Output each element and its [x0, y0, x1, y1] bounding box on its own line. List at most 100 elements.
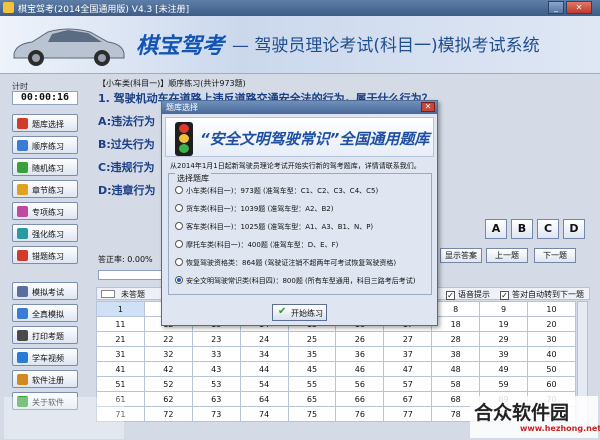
question-cell[interactable]: 31	[96, 346, 145, 362]
question-cell[interactable]: 65	[287, 391, 337, 407]
question-cell[interactable]: 28	[431, 331, 481, 347]
question-cell[interactable]: 30	[527, 331, 576, 347]
question-cell[interactable]: 76	[335, 406, 385, 422]
question-cell[interactable]: 50	[527, 361, 576, 377]
answer-b-button[interactable]: B	[511, 219, 533, 239]
question-cell[interactable]: 23	[191, 331, 241, 347]
question-cell[interactable]: 45	[287, 361, 337, 377]
bank-option-2[interactable]: 客车类(科目一)：1025题 (准驾车型：A1、A3、B1、N、P)	[175, 222, 373, 232]
show-answer-button[interactable]: 显示答案	[440, 248, 482, 263]
sidebar-button-3[interactable]: 章节练习	[12, 180, 78, 198]
voice-checkbox[interactable]: ✓ 语音提示	[446, 289, 490, 300]
question-cell[interactable]: 29	[479, 331, 529, 347]
bank-option-5[interactable]: 安全文明驾驶常识类(科目四)：800题 (所有车型通用，科目三路考后考试)	[175, 276, 416, 286]
sidebar-button-6[interactable]: 错题练习	[12, 246, 78, 264]
sidebar-button-11[interactable]: 软件注册	[12, 370, 78, 388]
bank-option-0[interactable]: 小车类(科目一)：973题 (准驾车型：C1、C2、C3、C4、C5)	[175, 186, 378, 196]
sidebar-label: 打印考题	[32, 332, 64, 341]
sidebar-button-5[interactable]: 强化练习	[12, 224, 78, 242]
question-cell[interactable]: 56	[335, 376, 385, 392]
bank-option-4[interactable]: 恢复驾驶资格类：864题 (驾驶证注销不超两年可考试恢复驾驶资格)	[175, 258, 396, 268]
question-cell[interactable]: 34	[239, 346, 289, 362]
question-cell[interactable]: 53	[191, 376, 241, 392]
option-d[interactable]: D:违章行为	[98, 182, 156, 198]
question-cell[interactable]: 39	[479, 346, 529, 362]
question-cell[interactable]: 59	[479, 376, 529, 392]
sidebar-button-10[interactable]: 学车视频	[12, 348, 78, 366]
question-cell[interactable]: 55	[287, 376, 337, 392]
question-cell[interactable]: 18	[431, 316, 481, 332]
start-practice-button[interactable]: ✔ 开始练习	[272, 304, 327, 321]
sidebar-button-8[interactable]: 全真模拟	[12, 304, 78, 322]
question-cell[interactable]: 27	[383, 331, 433, 347]
question-cell[interactable]: 24	[239, 331, 289, 347]
question-cell[interactable]: 46	[335, 361, 385, 377]
question-cell[interactable]: 8	[431, 301, 481, 317]
answer-a-button[interactable]: A	[485, 219, 507, 239]
question-cell[interactable]: 41	[96, 361, 145, 377]
bank-option-3[interactable]: 摩托车类(科目一)：400题 (准驾车型：D、E、F)	[175, 240, 338, 250]
sidebar-button-2[interactable]: 随机练习	[12, 158, 78, 176]
minimize-button[interactable]: _	[548, 1, 564, 14]
bank-option-label: 小车类(科目一)：973题 (准驾车型：C1、C2、C3、C4、C5)	[186, 187, 379, 195]
question-cell[interactable]: 77	[383, 406, 433, 422]
question-cell[interactable]: 40	[527, 346, 576, 362]
question-cell[interactable]: 62	[143, 391, 193, 407]
auto-next-checkbox[interactable]: ✓ 答对自动转到下一题	[500, 289, 584, 300]
question-cell[interactable]: 10	[527, 301, 576, 317]
next-question-button[interactable]: 下一题	[534, 248, 576, 263]
question-cell[interactable]: 21	[96, 331, 145, 347]
sidebar-button-1[interactable]: 顺序练习	[12, 136, 78, 154]
question-cell[interactable]: 60	[527, 376, 576, 392]
question-cell[interactable]: 22	[143, 331, 193, 347]
option-b[interactable]: B:过失行为	[98, 136, 155, 152]
question-cell[interactable]: 11	[96, 316, 145, 332]
question-cell[interactable]: 38	[431, 346, 481, 362]
question-cell[interactable]: 75	[287, 406, 337, 422]
legend-swatch	[101, 290, 115, 298]
option-c[interactable]: C:违规行为	[98, 159, 154, 175]
question-cell[interactable]: 33	[191, 346, 241, 362]
question-cell[interactable]: 20	[527, 316, 576, 332]
dialog-close-icon[interactable]: ✕	[421, 102, 435, 112]
question-cell[interactable]: 25	[287, 331, 337, 347]
sidebar-button-9[interactable]: 打印考题	[12, 326, 78, 344]
close-button[interactable]: ✕	[566, 1, 592, 14]
sidebar-button-0[interactable]: 题库选择	[12, 114, 78, 132]
question-cell[interactable]: 35	[287, 346, 337, 362]
question-cell[interactable]: 52	[143, 376, 193, 392]
question-cell[interactable]: 19	[479, 316, 529, 332]
question-cell[interactable]: 54	[239, 376, 289, 392]
question-cell[interactable]: 48	[431, 361, 481, 377]
question-cell[interactable]: 66	[335, 391, 385, 407]
sidebar-label: 专项练习	[32, 208, 64, 217]
question-cell[interactable]: 49	[479, 361, 529, 377]
question-cell[interactable]: 57	[383, 376, 433, 392]
question-cell[interactable]: 1	[96, 301, 145, 317]
question-cell[interactable]: 37	[383, 346, 433, 362]
question-cell[interactable]: 9	[479, 301, 529, 317]
question-cell[interactable]: 44	[239, 361, 289, 377]
question-cell[interactable]: 47	[383, 361, 433, 377]
question-cell[interactable]: 42	[143, 361, 193, 377]
sidebar-button-4[interactable]: 专项练习	[12, 202, 78, 220]
sidebar-button-7[interactable]: 模拟考试	[12, 282, 78, 300]
answer-d-button[interactable]: D	[563, 219, 585, 239]
answer-c-button[interactable]: C	[537, 219, 559, 239]
question-cell[interactable]: 64	[239, 391, 289, 407]
question-cell[interactable]: 63	[191, 391, 241, 407]
question-cell[interactable]: 72	[143, 406, 193, 422]
option-a[interactable]: A:违法行为	[98, 113, 155, 129]
bank-option-1[interactable]: 货车类(科目一)：1039题 (准驾车型：A2、B2)	[175, 204, 333, 214]
question-cell[interactable]: 58	[431, 376, 481, 392]
question-cell[interactable]: 67	[383, 391, 433, 407]
sidebar-icon	[17, 206, 28, 217]
question-cell[interactable]: 51	[96, 376, 145, 392]
question-cell[interactable]: 73	[191, 406, 241, 422]
prev-question-button[interactable]: 上一题	[486, 248, 528, 263]
question-cell[interactable]: 36	[335, 346, 385, 362]
question-cell[interactable]: 43	[191, 361, 241, 377]
question-cell[interactable]: 74	[239, 406, 289, 422]
question-cell[interactable]: 26	[335, 331, 385, 347]
question-cell[interactable]: 32	[143, 346, 193, 362]
